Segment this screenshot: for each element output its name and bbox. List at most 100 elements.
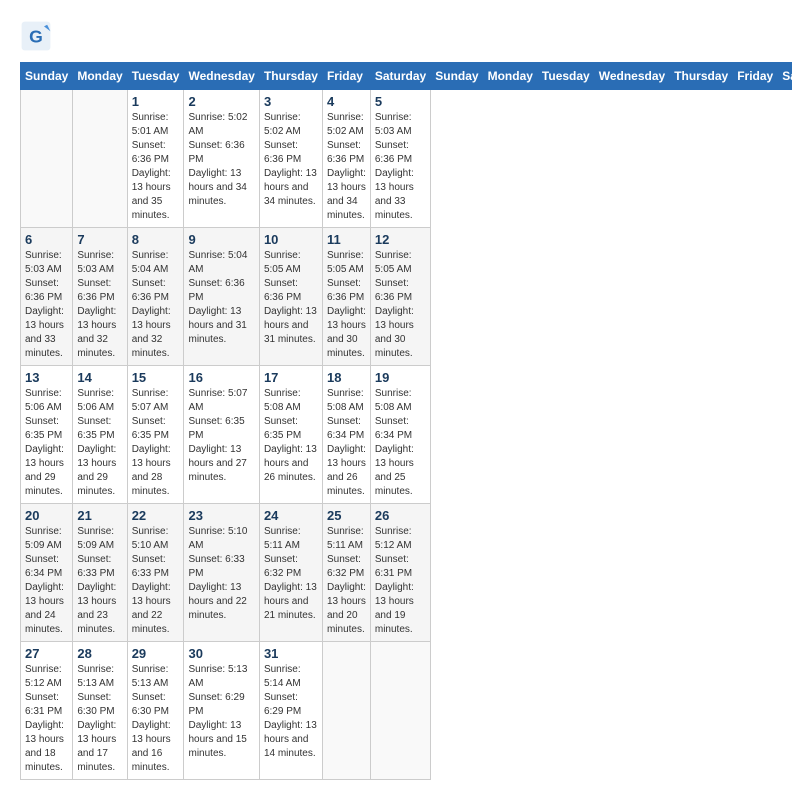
day-number: 3: [264, 94, 318, 109]
day-number: 4: [327, 94, 366, 109]
calendar-cell: 29 Sunrise: 5:13 AMSunset: 6:30 PMDayligh…: [127, 642, 184, 780]
day-number: 2: [188, 94, 254, 109]
calendar-cell: 22 Sunrise: 5:10 AMSunset: 6:33 PMDayligh…: [127, 504, 184, 642]
day-info: Sunrise: 5:13 AMSunset: 6:29 PMDaylight:…: [188, 663, 254, 761]
calendar-cell: 10 Sunrise: 5:05 AMSunset: 6:36 PMDayligh…: [259, 228, 322, 366]
calendar-cell: 18 Sunrise: 5:08 AMSunset: 6:34 PMDayligh…: [322, 366, 370, 504]
day-number: 10: [264, 232, 318, 247]
header-saturday: Saturday: [370, 63, 430, 90]
day-number: 30: [188, 646, 254, 661]
header-monday: Monday: [73, 63, 127, 90]
calendar-cell: 27Sunrise: 5:12 AMSunset: 6:31 PMDayligh…: [21, 642, 73, 780]
day-info: Sunrise: 5:08 AMSunset: 6:34 PMDaylight:…: [327, 387, 366, 499]
calendar-table: SundayMondayTuesdayWednesdayThursdayFrid…: [20, 62, 792, 780]
calendar-cell: 6Sunrise: 5:03 AMSunset: 6:36 PMDaylight…: [21, 228, 73, 366]
day-info: Sunrise: 5:11 AMSunset: 6:32 PMDaylight:…: [327, 525, 366, 637]
calendar-cell: [21, 90, 73, 228]
calendar-cell: 9 Sunrise: 5:04 AMSunset: 6:36 PMDaylight…: [184, 228, 259, 366]
day-number: 18: [327, 370, 366, 385]
day-number: 11: [327, 232, 366, 247]
day-info: Sunrise: 5:10 AMSunset: 6:33 PMDaylight:…: [188, 525, 254, 623]
calendar-cell: 31Sunrise: 5:14 AMSunset: 6:29 PMDayligh…: [259, 642, 322, 780]
calendar-week-1: 6Sunrise: 5:03 AMSunset: 6:36 PMDaylight…: [21, 228, 792, 366]
page-header: G: [20, 20, 772, 52]
calendar-week-2: 13Sunrise: 5:06 AMSunset: 6:35 PMDayligh…: [21, 366, 792, 504]
logo: G: [20, 20, 56, 52]
svg-text:G: G: [29, 26, 43, 46]
day-number: 29: [132, 646, 180, 661]
calendar-cell: 28Sunrise: 5:13 AMSunset: 6:30 PMDayligh…: [73, 642, 127, 780]
day-info: Sunrise: 5:02 AMSunset: 6:36 PMDaylight:…: [188, 111, 254, 209]
calendar-cell: 30 Sunrise: 5:13 AMSunset: 6:29 PMDayligh…: [184, 642, 259, 780]
calendar-header-row: SundayMondayTuesdayWednesdayThursdayFrid…: [21, 63, 792, 90]
day-number: 8: [132, 232, 180, 247]
calendar-cell: 15 Sunrise: 5:07 AMSunset: 6:35 PMDayligh…: [127, 366, 184, 504]
day-info: Sunrise: 5:05 AMSunset: 6:36 PMDaylight:…: [375, 249, 426, 361]
calendar-cell: 17 Sunrise: 5:08 AMSunset: 6:35 PMDayligh…: [259, 366, 322, 504]
header-thursday: Thursday: [259, 63, 322, 90]
day-info: Sunrise: 5:07 AMSunset: 6:35 PMDaylight:…: [132, 387, 180, 499]
day-info: Sunrise: 5:09 AMSunset: 6:33 PMDaylight:…: [77, 525, 122, 637]
day-number: 31: [264, 646, 318, 661]
day-number: 25: [327, 508, 366, 523]
day-info: Sunrise: 5:08 AMSunset: 6:35 PMDaylight:…: [264, 387, 318, 485]
day-number: 13: [25, 370, 68, 385]
calendar-cell: 4 Sunrise: 5:02 AMSunset: 6:36 PMDaylight…: [322, 90, 370, 228]
calendar-week-3: 20Sunrise: 5:09 AMSunset: 6:34 PMDayligh…: [21, 504, 792, 642]
calendar-cell: 5 Sunrise: 5:03 AMSunset: 6:36 PMDaylight…: [370, 90, 430, 228]
day-number: 26: [375, 508, 426, 523]
calendar-cell: 13Sunrise: 5:06 AMSunset: 6:35 PMDayligh…: [21, 366, 73, 504]
day-number: 12: [375, 232, 426, 247]
calendar-cell: [73, 90, 127, 228]
col-header-monday: Monday: [483, 63, 537, 90]
day-info: Sunrise: 5:03 AMSunset: 6:36 PMDaylight:…: [25, 249, 68, 361]
calendar-cell: 16Sunrise: 5:07 AMSunset: 6:35 PMDayligh…: [184, 366, 259, 504]
calendar-cell: 11 Sunrise: 5:05 AMSunset: 6:36 PMDayligh…: [322, 228, 370, 366]
calendar-cell: 14Sunrise: 5:06 AMSunset: 6:35 PMDayligh…: [73, 366, 127, 504]
day-info: Sunrise: 5:11 AMSunset: 6:32 PMDaylight:…: [264, 525, 318, 623]
calendar-week-4: 27Sunrise: 5:12 AMSunset: 6:31 PMDayligh…: [21, 642, 792, 780]
day-number: 19: [375, 370, 426, 385]
day-info: Sunrise: 5:02 AMSunset: 6:36 PMDaylight:…: [327, 111, 366, 223]
day-number: 7: [77, 232, 122, 247]
calendar-cell: 19Sunrise: 5:08 AMSunset: 6:34 PMDayligh…: [370, 366, 430, 504]
day-info: Sunrise: 5:05 AMSunset: 6:36 PMDaylight:…: [327, 249, 366, 361]
day-number: 15: [132, 370, 180, 385]
calendar-cell: 7Sunrise: 5:03 AMSunset: 6:36 PMDaylight…: [73, 228, 127, 366]
calendar-cell: 8 Sunrise: 5:04 AMSunset: 6:36 PMDaylight…: [127, 228, 184, 366]
calendar-cell: 23 Sunrise: 5:10 AMSunset: 6:33 PMDayligh…: [184, 504, 259, 642]
day-info: Sunrise: 5:04 AMSunset: 6:36 PMDaylight:…: [132, 249, 180, 361]
day-info: Sunrise: 5:10 AMSunset: 6:33 PMDaylight:…: [132, 525, 180, 637]
day-number: 20: [25, 508, 68, 523]
col-header-wednesday: Wednesday: [594, 63, 669, 90]
day-number: 24: [264, 508, 318, 523]
calendar-cell: 1Sunrise: 5:01 AMSunset: 6:36 PMDaylight…: [127, 90, 184, 228]
day-number: 1: [132, 94, 180, 109]
calendar-cell: 24 Sunrise: 5:11 AMSunset: 6:32 PMDayligh…: [259, 504, 322, 642]
day-info: Sunrise: 5:04 AMSunset: 6:36 PMDaylight:…: [188, 249, 254, 347]
day-number: 23: [188, 508, 254, 523]
header-wednesday: Wednesday: [184, 63, 259, 90]
calendar-cell: 21 Sunrise: 5:09 AMSunset: 6:33 PMDayligh…: [73, 504, 127, 642]
day-number: 28: [77, 646, 122, 661]
day-number: 17: [264, 370, 318, 385]
calendar-week-0: 1Sunrise: 5:01 AMSunset: 6:36 PMDaylight…: [21, 90, 792, 228]
day-info: Sunrise: 5:03 AMSunset: 6:36 PMDaylight:…: [375, 111, 426, 223]
col-header-sunday: Sunday: [431, 63, 483, 90]
calendar-cell: 26Sunrise: 5:12 AMSunset: 6:31 PMDayligh…: [370, 504, 430, 642]
calendar-cell: 12 Sunrise: 5:05 AMSunset: 6:36 PMDayligh…: [370, 228, 430, 366]
calendar-cell: [322, 642, 370, 780]
col-header-thursday: Thursday: [670, 63, 733, 90]
calendar-cell: [370, 642, 430, 780]
calendar-cell: 2 Sunrise: 5:02 AMSunset: 6:36 PMDaylight…: [184, 90, 259, 228]
day-number: 5: [375, 94, 426, 109]
day-number: 22: [132, 508, 180, 523]
day-info: Sunrise: 5:13 AMSunset: 6:30 PMDaylight:…: [132, 663, 180, 775]
day-number: 9: [188, 232, 254, 247]
col-header-friday: Friday: [733, 63, 778, 90]
day-number: 21: [77, 508, 122, 523]
header-tuesday: Tuesday: [127, 63, 184, 90]
col-header-tuesday: Tuesday: [537, 63, 594, 90]
day-number: 16: [188, 370, 254, 385]
day-info: Sunrise: 5:05 AMSunset: 6:36 PMDaylight:…: [264, 249, 318, 347]
